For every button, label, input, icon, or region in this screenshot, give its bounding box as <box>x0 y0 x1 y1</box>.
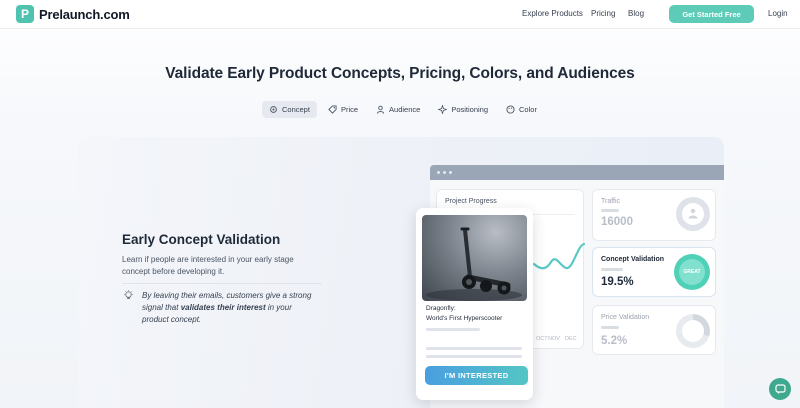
user-icon <box>688 208 698 219</box>
chat-bubble-icon <box>774 383 786 394</box>
tab-label: Positioning <box>451 105 489 114</box>
feature-description: Learn if people are interested in your e… <box>122 255 294 276</box>
window-dot <box>437 171 440 174</box>
traffic-bar <box>601 209 619 212</box>
logo[interactable]: P Prelaunch.com <box>16 5 130 23</box>
tab-label: Price <box>340 105 359 114</box>
window-dot <box>449 171 452 174</box>
feature-title: Early Concept Validation <box>122 232 281 247</box>
user-icon <box>376 105 385 114</box>
concept-validation-card: Concept Validation 19.5% GREAT <box>592 247 716 297</box>
product-name-line2: World's First Hyperscooter <box>426 315 503 322</box>
get-started-button[interactable]: Get Started Free <box>669 5 754 23</box>
tab-label: Audience <box>389 105 421 114</box>
text-placeholder-line <box>426 347 522 350</box>
concept-validation-bar <box>601 268 623 271</box>
traffic-ring <box>676 197 710 231</box>
tab-label: Color <box>519 105 537 114</box>
traffic-card: Traffic 16000 <box>592 189 716 241</box>
month-tick: DEC <box>565 336 577 342</box>
text-placeholder-line <box>426 355 522 358</box>
sparkle-icon <box>438 105 448 114</box>
price-validation-value: 5.2% <box>601 335 628 347</box>
product-image <box>422 215 527 301</box>
price-validation-bar <box>601 326 619 329</box>
concept-validation-ring: GREAT <box>674 254 710 290</box>
tab-audience[interactable]: Audience <box>369 101 427 118</box>
nav-link-pricing[interactable]: Pricing <box>591 9 615 18</box>
tab-label: Concept <box>282 105 310 114</box>
scooter-illustration <box>426 227 522 301</box>
traffic-label: Traffic <box>601 198 621 205</box>
gear-icon <box>270 106 277 113</box>
feature-tip: By leaving their emails, customers give … <box>142 290 317 326</box>
top-navbar: P Prelaunch.com Explore Products Pricing… <box>0 0 800 29</box>
palette-icon <box>506 105 515 114</box>
nav-link-explore-products[interactable]: Explore Products <box>522 9 583 18</box>
tag-icon <box>328 105 337 114</box>
browser-title-bar <box>430 165 724 180</box>
month-tick: NOV <box>548 336 560 342</box>
price-validation-label: Price Validation <box>601 314 650 321</box>
price-validation-card: Price Validation 5.2% <box>592 305 716 355</box>
price-validation-ring <box>676 314 710 348</box>
progress-wave-line <box>533 242 585 270</box>
login-link[interactable]: Login <box>768 9 788 18</box>
chat-button[interactable] <box>769 378 791 400</box>
tip-emphasis: validates their interest <box>180 303 266 312</box>
traffic-value: 16000 <box>601 216 633 228</box>
concept-validation-value: 19.5% <box>601 276 634 288</box>
divider <box>122 283 322 284</box>
great-badge: GREAT <box>683 269 701 275</box>
im-interested-button[interactable]: I'M INTERESTED <box>425 366 528 385</box>
tab-price[interactable]: Price <box>321 101 365 118</box>
tab-color[interactable]: Color <box>499 101 544 118</box>
month-tick: OCT <box>536 336 548 342</box>
validation-tabs: Concept Price Audience Positioning Color <box>262 101 548 118</box>
page-title: Validate Early Product Concepts, Pricing… <box>165 65 635 82</box>
concept-validation-label: Concept Validation <box>601 256 665 263</box>
logo-text: Prelaunch.com <box>39 6 130 22</box>
logo-mark: P <box>16 5 34 23</box>
window-dot <box>443 171 446 174</box>
product-name-line1: Dragonfly: <box>426 305 456 312</box>
project-progress-label: Project Progress <box>445 198 497 205</box>
tab-concept[interactable]: Concept <box>262 101 317 118</box>
lightbulb-icon <box>123 290 134 299</box>
nav-link-blog[interactable]: Blog <box>628 9 644 18</box>
text-placeholder-line <box>426 328 480 331</box>
tab-positioning[interactable]: Positioning <box>431 101 495 118</box>
